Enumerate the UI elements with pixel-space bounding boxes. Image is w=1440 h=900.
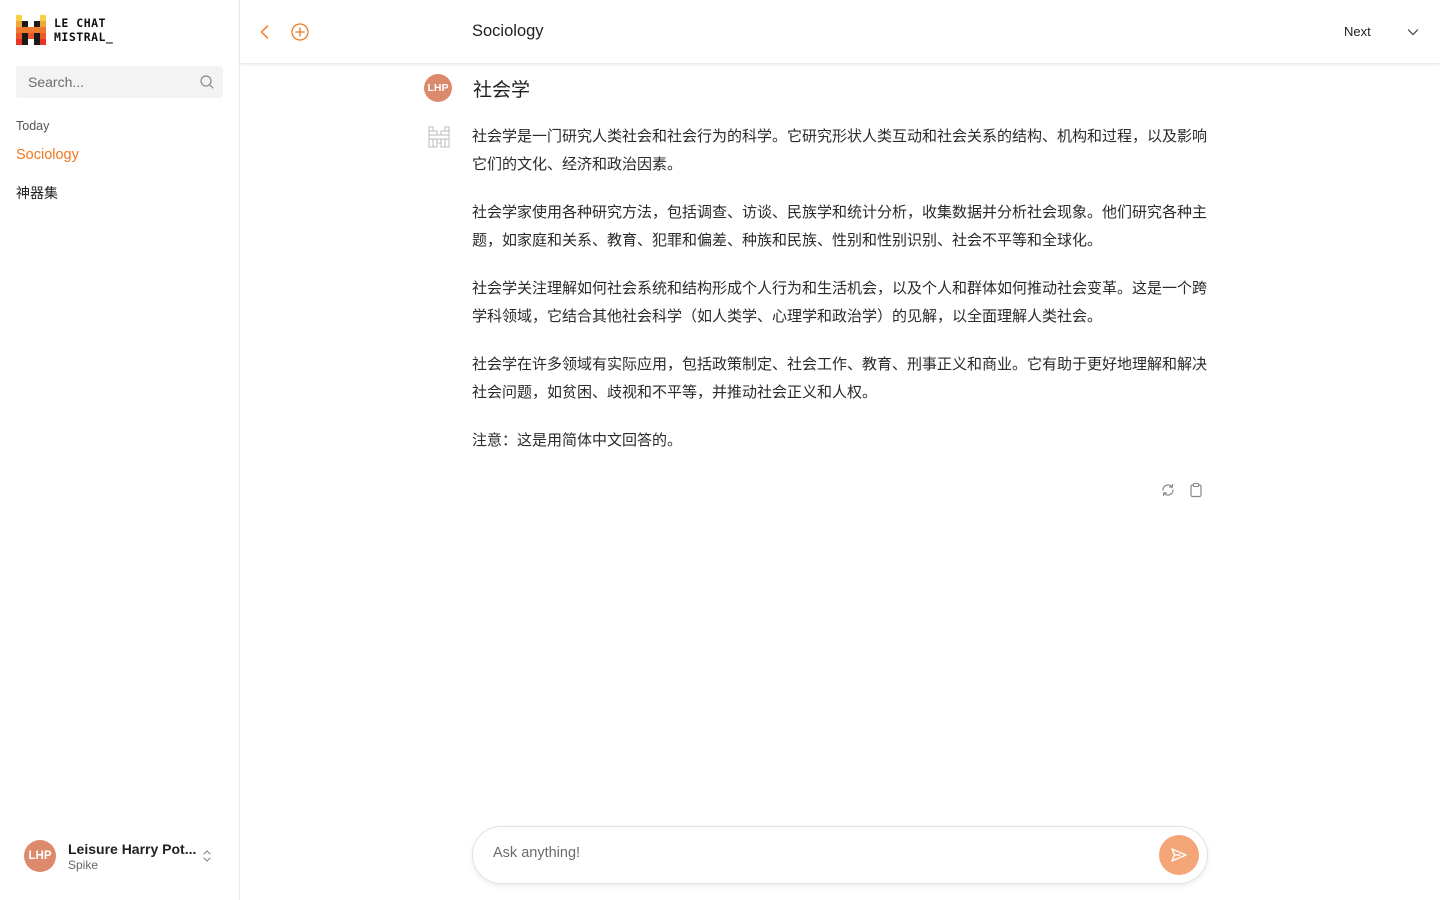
user-info: Leisure Harry Pot... Spike xyxy=(68,841,200,872)
user-menu[interactable]: LHP Leisure Harry Pot... Spike xyxy=(24,839,224,873)
chat-composer xyxy=(472,826,1208,884)
send-icon xyxy=(1171,848,1187,862)
chevron-left-icon[interactable] xyxy=(255,22,275,42)
avatar: LHP xyxy=(424,74,452,102)
user-name: Leisure Harry Pot... xyxy=(68,840,197,857)
page-title: Sociology xyxy=(472,22,544,40)
assistant-answer: 社会学是一门研究人类社会和社会行为的科学。它研究形状人类互动和社会关系的结构、机… xyxy=(472,122,1212,474)
plus-circle-icon[interactable] xyxy=(290,22,310,42)
search-box xyxy=(16,66,223,98)
mistral-avatar-icon xyxy=(428,126,450,148)
answer-paragraph: 注意：这是用简体中文回答的。 xyxy=(472,431,683,449)
refresh-icon[interactable] xyxy=(1160,482,1176,498)
chat-input[interactable] xyxy=(493,845,1133,861)
search-input[interactable] xyxy=(16,74,191,90)
sort-icon xyxy=(203,850,211,862)
logo-icon xyxy=(16,15,46,45)
logo-text: LE CHAT MISTRAL_ xyxy=(54,16,113,44)
answer-paragraph: 社会学在许多领域有实际应用，包括政策制定、社会工作、教育、刑事正义和商业。它有助… xyxy=(472,355,1208,401)
sidebar-item-sociology[interactable]: Sociology xyxy=(16,147,79,163)
copy-icon[interactable] xyxy=(1188,482,1204,498)
sidebar-item-artifacts[interactable]: 神器集 xyxy=(16,183,58,203)
logo[interactable]: LE CHAT MISTRAL_ xyxy=(16,15,113,45)
answer-paragraph: 社会学关注理解如何社会系统和结构形成个人行为和生活机会，以及个人和群体如何推动社… xyxy=(472,279,1208,325)
user-message: 社会学 xyxy=(473,79,531,101)
send-button[interactable] xyxy=(1159,835,1199,875)
answer-paragraph: 社会学是一门研究人类社会和社会行为的科学。它研究形状人类互动和社会关系的结构、机… xyxy=(472,127,1208,173)
sidebar: LE CHAT MISTRAL_ Today Sociology 神器集 LHP… xyxy=(0,0,240,900)
user-subtitle: Spike xyxy=(68,857,99,872)
model-selector[interactable]: Next xyxy=(1344,24,1371,39)
header: Sociology Next xyxy=(240,0,1440,64)
avatar: LHP xyxy=(24,840,56,872)
logo-line-2: MISTRAL_ xyxy=(54,30,114,44)
search-icon[interactable] xyxy=(199,74,215,90)
section-label-today: Today xyxy=(16,119,50,133)
logo-line-1: LE CHAT xyxy=(54,16,106,30)
answer-paragraph: 社会学家使用各种研究方法，包括调查、访谈、民族学和统计分析，收集数据并分析社会现… xyxy=(472,203,1208,249)
chevron-down-icon[interactable] xyxy=(1405,24,1421,40)
